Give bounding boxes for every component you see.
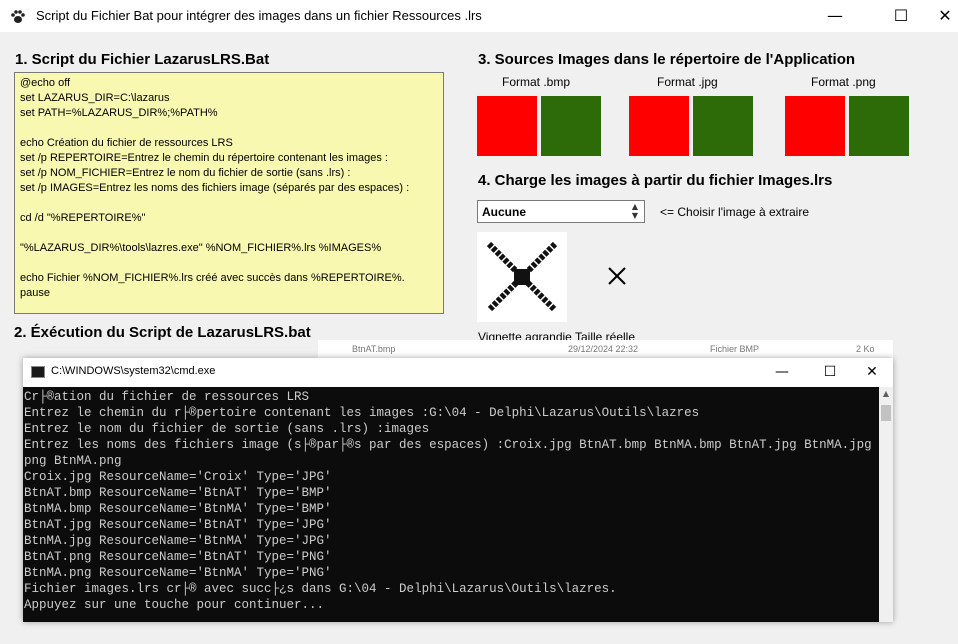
- script-line: "%LAZARUS_DIR%\tools\lazres.exe" %NOM_FI…: [20, 242, 382, 254]
- format-jpg-label: Format .jpg: [657, 75, 718, 89]
- console-line: BtnMA.jpg ResourceName='BtnMA' Type='JPG…: [24, 534, 332, 548]
- script-line: [20, 256, 438, 271]
- bg-file-name: BtnAT.bmp: [352, 344, 396, 354]
- script-line: [20, 226, 438, 241]
- console-line: Croix.jpg ResourceName='Croix' Type='JPG…: [24, 470, 332, 484]
- cmd-minimize-button[interactable]: —: [759, 358, 805, 387]
- cross-icon: [608, 267, 626, 285]
- vignette-enlarged: [477, 232, 567, 322]
- section2-title: 2. Éxécution du Script de LazarusLRS.bat: [14, 324, 311, 341]
- script-line: pause: [20, 287, 50, 299]
- script-line: set PATH=%LAZARUS_DIR%;%PATH%: [20, 107, 218, 119]
- close-button[interactable]: ✕: [922, 0, 958, 32]
- png-green-image: [849, 96, 909, 156]
- background-file-row: BtnAT.bmp 29/12/2024 22:32 Fichier BMP 2…: [318, 340, 893, 358]
- cross-icon: [486, 241, 558, 313]
- jpg-green-image: [693, 96, 753, 156]
- vignette-actual-size: [605, 264, 629, 288]
- script-line: set /p IMAGES=Entrez les noms des fichie…: [20, 182, 410, 194]
- console-line: BtnAT.jpg ResourceName='BtnAT' Type='JPG…: [24, 518, 332, 532]
- console-line: Cr├®ation du fichier de ressources LRS: [24, 390, 310, 404]
- console-line: BtnAT.bmp ResourceName='BtnAT' Type='BMP…: [24, 486, 332, 500]
- format-png-label: Format .png: [811, 75, 876, 89]
- bmp-red-image: [477, 96, 537, 156]
- maximize-button[interactable]: ☐: [878, 0, 924, 32]
- section1-title: 1. Script du Fichier LazarusLRS.Bat: [15, 51, 270, 68]
- console-line: BtnMA.bmp ResourceName='BtnMA' Type='BMP…: [24, 502, 332, 516]
- image-select-combo[interactable]: Aucune ▲ ▼: [477, 200, 645, 223]
- script-line: echo Fichier %NOM_FICHIER%.lrs créé avec…: [20, 272, 405, 284]
- script-memo[interactable]: @echo off set LAZARUS_DIR=C:\lazarusset P…: [14, 72, 444, 314]
- script-line: cd /d "%REPERTOIRE%": [20, 212, 146, 224]
- bg-file-size: 2 Ko: [856, 344, 875, 354]
- console-line: Appuyez sur une touche pour continuer...: [24, 598, 325, 612]
- script-line: @echo off: [20, 77, 71, 89]
- bmp-green-image: [541, 96, 601, 156]
- format-bmp-label: Format .bmp: [502, 75, 571, 89]
- choose-hint-label: <= Choisir l'image à extraire: [660, 205, 810, 219]
- console-icon: [31, 366, 45, 378]
- bg-file-type: Fichier BMP: [710, 344, 760, 354]
- png-red-image: [785, 96, 845, 156]
- cmd-window[interactable]: C:\WINDOWS\system32\cmd.exe — ☐ ✕ Cr├®at…: [23, 358, 893, 622]
- script-line: set /p REPERTOIRE=Entrez le chemin du ré…: [20, 152, 388, 164]
- cmd-title-bar: C:\WINDOWS\system32\cmd.exe — ☐ ✕: [23, 358, 893, 387]
- script-line: [20, 121, 438, 136]
- scroll-thumb[interactable]: [881, 405, 891, 421]
- console-line: BtnMA.png ResourceName='BtnMA' Type='PNG…: [24, 566, 332, 580]
- scroll-up-icon[interactable]: ▲: [879, 387, 893, 401]
- bg-file-date: 29/12/2024 22:32: [568, 344, 639, 354]
- console-line: Entrez les noms des fichiers image (s├®p…: [24, 438, 879, 452]
- console-scrollbar[interactable]: ▲: [879, 387, 893, 622]
- script-line: set /p NOM_FICHIER=Entrez le nom du fich…: [20, 167, 351, 179]
- paw-icon: [11, 10, 25, 23]
- section3-title: 3. Sources Images dans le répertoire de …: [478, 51, 856, 68]
- window-title: Script du Fichier Bat pour intégrer des …: [36, 8, 482, 23]
- script-line: [20, 196, 438, 211]
- section4-title: 4. Charge les images à partir du fichier…: [478, 172, 833, 189]
- minimize-button[interactable]: —: [812, 0, 858, 32]
- title-bar: Script du Fichier Bat pour intégrer des …: [0, 0, 958, 32]
- console-line: Entrez le chemin du r├®pertoire contenan…: [24, 406, 700, 420]
- script-line: set LAZARUS_DIR=C:\lazarus: [20, 92, 170, 104]
- cmd-maximize-button[interactable]: ☐: [807, 358, 853, 387]
- console-line: Entrez le nom du fichier de sortie (sans…: [24, 422, 430, 436]
- spin-arrows-icon[interactable]: ▲ ▼: [628, 202, 642, 221]
- cmd-title: C:\WINDOWS\system32\cmd.exe: [51, 365, 216, 377]
- cmd-close-button[interactable]: ✕: [849, 358, 895, 387]
- console-line: BtnAT.png ResourceName='BtnAT' Type='PNG…: [24, 550, 332, 564]
- console-output[interactable]: Cr├®ation du fichier de ressources LRS En…: [23, 387, 879, 622]
- script-line: echo Création du fichier de ressources L…: [20, 137, 233, 149]
- combo-value: Aucune: [482, 205, 527, 219]
- console-line: png BtnMA.png: [24, 454, 122, 468]
- jpg-red-image: [629, 96, 689, 156]
- console-line: Fichier images.lrs cr├® avec succ├¿s dan…: [24, 582, 617, 596]
